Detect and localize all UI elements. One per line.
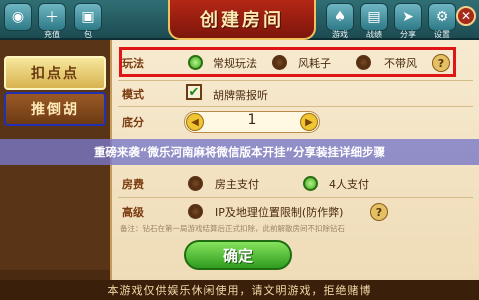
advanced-label: 高级 <box>122 206 144 219</box>
settings-label: 设置 <box>434 30 450 39</box>
radio-fangzhu-pay[interactable] <box>188 176 203 191</box>
divider <box>118 197 473 198</box>
radio-changgui[interactable] <box>188 55 203 70</box>
tab-koudiandian[interactable]: 扣点点 <box>4 56 106 90</box>
radio-fenghaozi[interactable] <box>272 55 287 70</box>
footer-banner: 本游戏仅供娱乐休闲使用，请文明游戏，拒绝赌博 <box>0 280 479 300</box>
mode-label: 模式 <box>122 88 144 101</box>
tab-tuidaohu[interactable]: 推倒胡 <box>4 92 106 126</box>
score-increase-button[interactable]: ▶ <box>300 113 318 131</box>
share-icon[interactable]: ➤ <box>394 3 422 31</box>
score-label: 底分 <box>122 116 144 129</box>
overlay-headline: 重磅来袭“微乐河南麻将微信版本开挂”分享装挂详细步骤 <box>93 145 386 159</box>
baoting-checkbox[interactable]: ✔ <box>186 84 202 100</box>
gift-icon[interactable]: ▣ <box>74 3 102 31</box>
play-style-label: 玩法 <box>122 57 144 70</box>
score-value: 1 <box>247 112 257 128</box>
baoting-label: 胡牌需报听 <box>213 89 268 102</box>
close-icon[interactable]: ✕ <box>456 6 476 26</box>
option-fenghaozi-label: 风耗子 <box>298 57 331 70</box>
radio-ip-limit[interactable] <box>188 204 203 219</box>
score-decrease-button[interactable]: ◀ <box>186 113 204 131</box>
overlay-banner: 重磅来袭“微乐河南麻将微信版本开挂”分享装挂详细步骤 <box>0 139 479 165</box>
fee-label: 房费 <box>122 178 144 191</box>
radio-four-pay[interactable] <box>303 176 318 191</box>
radio-budaifeng[interactable] <box>356 55 371 70</box>
option-fangzhu-pay-label: 房主支付 <box>215 178 259 191</box>
footer-text: 本游戏仅供娱乐休闲使用，请文明游戏，拒绝赌博 <box>107 284 372 297</box>
confirm-button[interactable]: 确定 <box>184 240 292 270</box>
settings-icon[interactable]: ⚙ <box>428 3 456 31</box>
play-help-button[interactable]: ? <box>432 54 450 72</box>
option-budaifeng-label: 不带风 <box>384 57 417 70</box>
note-text: 备注：钻石在第一局游戏结算后正式扣除，此前解散房间不扣除钻石 <box>120 224 345 233</box>
game-icon[interactable]: ♠ <box>326 3 354 31</box>
option-four-pay-label: 4人支付 <box>329 178 369 191</box>
advanced-help-button[interactable]: ? <box>370 203 388 221</box>
confirm-button-label: 确定 <box>222 246 253 265</box>
divider <box>118 106 473 107</box>
divider <box>118 80 473 81</box>
page-title: 创建房间 <box>200 10 284 31</box>
page-title-banner: 创建房间 <box>168 0 316 40</box>
recharge-label: 充值 <box>44 30 60 39</box>
option-changgui-label: 常规玩法 <box>213 57 257 70</box>
record-icon[interactable]: ▤ <box>360 3 388 31</box>
coin-icon[interactable]: ◉ <box>4 3 32 31</box>
recharge-icon[interactable]: ＋ <box>38 3 66 31</box>
ip-limit-label: IP及地理位置限制(防作弊) <box>215 206 344 219</box>
gift-label: 包 <box>84 30 92 39</box>
